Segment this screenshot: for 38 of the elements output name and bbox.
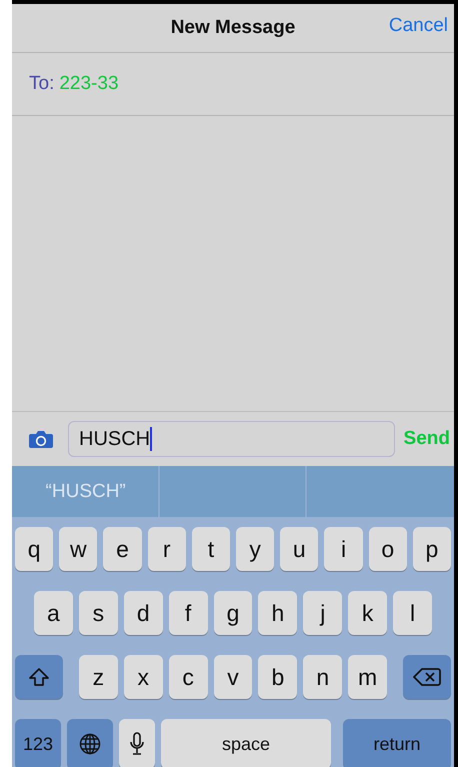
key[interactable]: e — [103, 527, 142, 571]
key[interactable]: h — [258, 591, 298, 635]
key[interactable]: g — [214, 591, 252, 635]
microphone-icon[interactable] — [119, 719, 155, 767]
return-key[interactable]: return — [343, 719, 451, 767]
key[interactable]: j — [303, 591, 342, 635]
key[interactable]: d — [124, 591, 163, 635]
key[interactable]: v — [214, 655, 252, 699]
delete-icon[interactable] — [403, 655, 452, 699]
key[interactable]: o — [368, 527, 407, 571]
key[interactable]: c — [168, 655, 208, 699]
shift-icon[interactable] — [15, 655, 63, 699]
recipient-field[interactable]: To: 223-33 — [12, 53, 454, 116]
key[interactable]: u — [280, 527, 318, 571]
camera-icon[interactable] — [29, 430, 53, 448]
to-label: To: — [29, 73, 54, 95]
key[interactable]: q — [15, 527, 54, 571]
key[interactable]: i — [324, 527, 363, 571]
key[interactable]: z — [79, 655, 118, 699]
key[interactable]: r — [148, 527, 186, 571]
window-title: New Message — [170, 17, 296, 39]
key[interactable]: f — [168, 591, 208, 635]
space-bar[interactable]: space — [161, 719, 331, 767]
key[interactable]: x — [124, 655, 163, 699]
key[interactable]: m — [348, 655, 388, 699]
key[interactable]: t — [192, 527, 230, 571]
message-field[interactable]: HUSCH — [68, 421, 395, 457]
key[interactable]: a — [34, 591, 73, 635]
key[interactable]: w — [59, 527, 98, 571]
key[interactable]: k — [348, 591, 388, 635]
key[interactable]: b — [258, 655, 298, 699]
key[interactable]: p — [412, 527, 452, 571]
key[interactable]: n — [303, 655, 342, 699]
numbers-key[interactable]: 123 — [15, 719, 61, 767]
globe-icon[interactable] — [67, 719, 113, 767]
key[interactable]: y — [236, 527, 274, 571]
key[interactable]: l — [393, 591, 432, 635]
key[interactable]: s — [78, 591, 118, 635]
